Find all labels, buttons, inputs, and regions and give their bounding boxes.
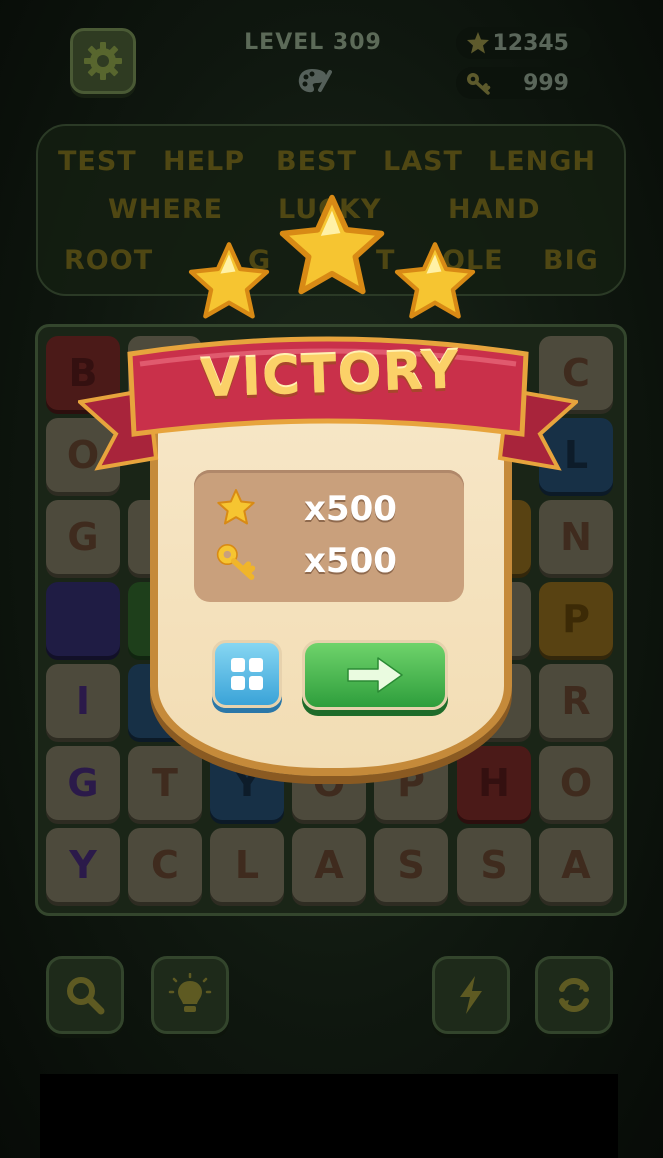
letter-tile[interactable]: T xyxy=(128,746,202,820)
star-icon xyxy=(217,489,255,525)
letter-tile[interactable]: O xyxy=(539,746,613,820)
letter-tile[interactable]: S xyxy=(457,828,531,902)
key-icon xyxy=(467,73,491,95)
letter-tile[interactable]: P xyxy=(539,582,613,656)
word-item: HAND xyxy=(448,194,541,225)
letter-tile[interactable]: A xyxy=(292,828,366,902)
grid-icon xyxy=(231,658,263,690)
word-item: ROOT xyxy=(64,245,154,276)
shuffle-button[interactable] xyxy=(535,956,613,1034)
gear-icon xyxy=(84,42,122,80)
letter-tile[interactable]: G xyxy=(46,500,120,574)
word-item: BIG xyxy=(543,245,599,276)
key-count: 999 xyxy=(523,70,569,96)
letter-tile[interactable]: Y xyxy=(46,828,120,902)
letter-tile[interactable]: G xyxy=(46,746,120,820)
word-item: WHERE xyxy=(108,194,224,225)
letter-tile[interactable]: L xyxy=(210,828,284,902)
word-item: BEST xyxy=(276,146,357,177)
coin-counter: 12345 xyxy=(456,27,591,59)
boost-button[interactable] xyxy=(432,956,510,1034)
letter-tile[interactable]: I xyxy=(46,664,120,738)
level-menu-button[interactable] xyxy=(212,640,282,708)
letter-tile[interactable]: C xyxy=(128,828,202,902)
letter-tile[interactable]: R xyxy=(539,664,613,738)
letter-tile[interactable]: A xyxy=(539,828,613,902)
lightbulb-icon xyxy=(168,973,212,1012)
next-level-button[interactable] xyxy=(302,640,448,710)
word-item: HELP xyxy=(163,146,246,177)
word-item: LAST xyxy=(383,146,463,177)
search-button[interactable] xyxy=(46,956,124,1034)
key-reward-row: x500 xyxy=(194,536,464,586)
ad-banner xyxy=(40,1074,618,1158)
level-title: LEVEL 309 xyxy=(244,30,382,55)
key-counter: 999 xyxy=(456,67,591,99)
word-item: LENGH xyxy=(488,146,597,177)
refresh-icon xyxy=(559,978,589,1012)
reward-star-icon xyxy=(279,194,385,295)
key-reward-amount: x500 xyxy=(304,541,397,581)
lightning-icon xyxy=(460,976,482,1014)
letter-tile[interactable]: H xyxy=(457,746,531,820)
coin-count: 12345 xyxy=(492,30,569,56)
magnifier-icon xyxy=(67,977,105,1015)
arrow-right-icon xyxy=(347,657,403,693)
hint-button[interactable] xyxy=(151,956,229,1034)
letter-tile[interactable]: N xyxy=(539,500,613,574)
reward-star-icon xyxy=(394,242,476,319)
letter-tile[interactable]: S xyxy=(374,828,448,902)
coin-reward-row: x500 xyxy=(194,484,464,534)
coin-reward-amount: x500 xyxy=(304,489,397,529)
victory-title: VICTORY xyxy=(199,340,461,410)
reward-star-icon xyxy=(188,242,270,319)
palette-icon[interactable] xyxy=(296,66,332,96)
key-icon xyxy=(216,544,256,580)
letter-tile[interactable] xyxy=(46,582,120,656)
word-item: TEST xyxy=(58,146,137,177)
settings-button[interactable] xyxy=(70,28,136,94)
reward-panel: x500 x500 xyxy=(194,470,464,602)
star-icon xyxy=(467,32,489,54)
